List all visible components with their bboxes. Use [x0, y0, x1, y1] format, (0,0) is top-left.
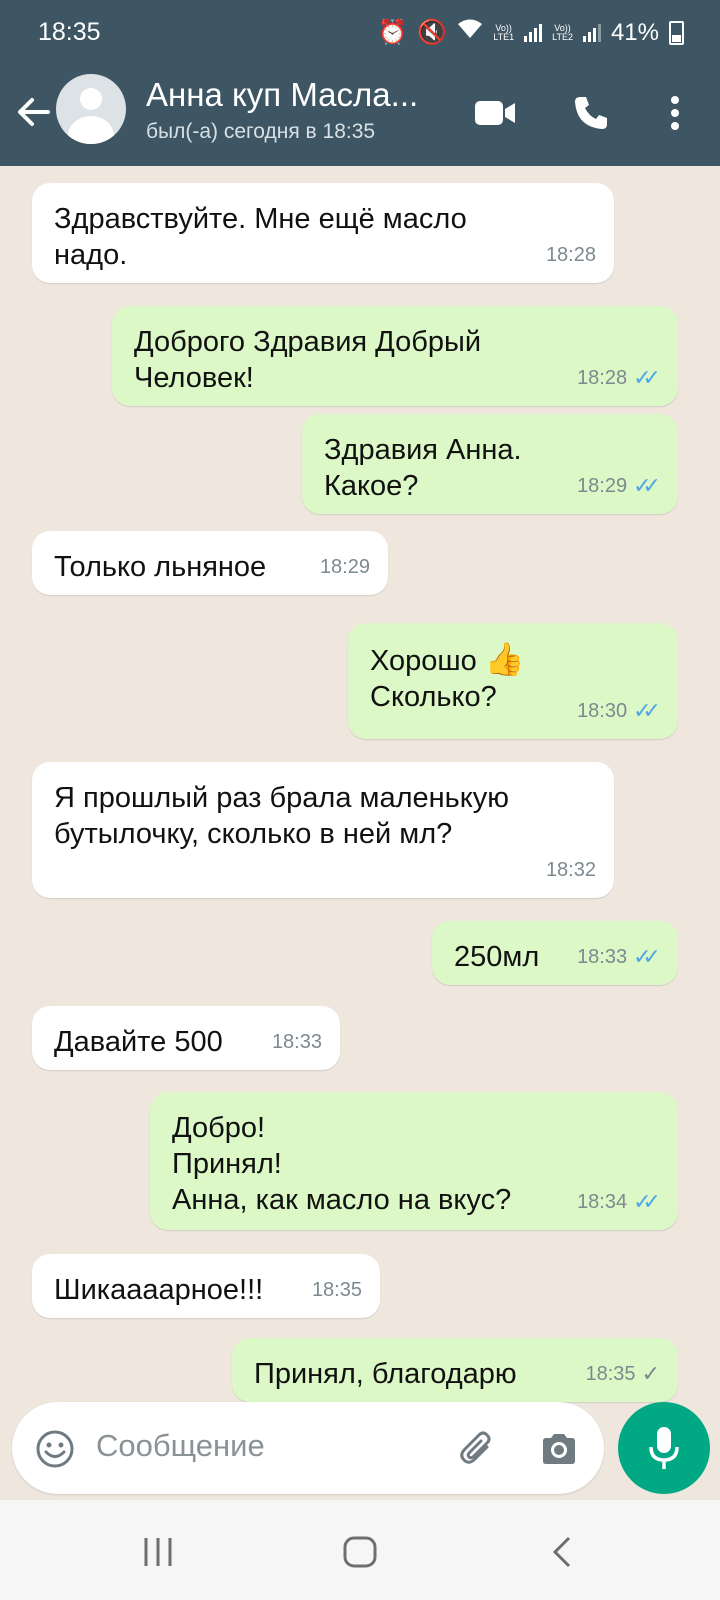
read-ticks-icon: ✓✓ [633, 698, 661, 723]
attach-icon[interactable] [452, 1424, 502, 1474]
home-icon[interactable] [330, 1530, 390, 1574]
nav-back-icon[interactable] [532, 1530, 592, 1574]
message-outgoing[interactable]: Доброго Здравия Добрый Человек! 18:28 ✓✓ [112, 306, 678, 406]
message-time: 18:29 [577, 475, 628, 497]
camera-icon[interactable] [534, 1424, 584, 1474]
read-ticks-icon: ✓✓ [633, 1189, 661, 1214]
message-incoming[interactable]: Здравствуйте. Мне ещё масло надо. 18:28 [32, 183, 614, 283]
more-icon[interactable] [650, 88, 700, 138]
sent-tick-icon: ✓ [641, 1361, 660, 1386]
signal-icon [582, 23, 601, 42]
read-ticks-icon: ✓✓ [633, 365, 661, 390]
video-call-icon[interactable] [470, 88, 520, 138]
message-time: 18:34 [577, 1191, 628, 1213]
message-list[interactable]: Здравствуйте. Мне ещё масло надо. 18:28 … [0, 166, 720, 1406]
contact-name[interactable]: Анна куп Масла... [146, 76, 418, 114]
message-time: 18:33 [271, 1031, 322, 1053]
read-ticks-icon: ✓✓ [633, 473, 661, 498]
wifi-icon [457, 18, 483, 47]
mute-icon: 🔇 [417, 19, 448, 46]
chat-header: Анна куп Масла... был(-а) сегодня в 18:3… [0, 66, 720, 166]
message-time: 18:28 [545, 244, 596, 266]
message-time: 18:32 [545, 859, 596, 881]
recents-icon[interactable] [128, 1530, 188, 1574]
message-incoming[interactable]: Я прошлый раз брала маленькую бутылочку,… [32, 762, 614, 898]
message-outgoing[interactable]: Хорошо 👍 Сколько? 18:30 ✓✓ [348, 623, 678, 739]
status-bar: 18:35 ⏰ 🔇 Vo)) LTE1 Vo)) LTE2 41% [0, 0, 720, 66]
mic-icon [649, 1427, 679, 1469]
mic-button[interactable] [618, 1402, 710, 1494]
read-ticks-icon: ✓✓ [633, 944, 661, 969]
message-outgoing[interactable]: Добро! Принял! Анна, как масло на вкус? … [150, 1092, 678, 1230]
message-time: 18:30 [577, 700, 628, 722]
phone-icon[interactable] [566, 88, 616, 138]
message-outgoing[interactable]: Принял, благодарю 18:35 ✓ [232, 1338, 678, 1402]
message-incoming[interactable]: Давайте 500 18:33 [32, 1006, 340, 1070]
status-time: 18:35 [38, 18, 101, 46]
message-time: 18:35 [585, 1363, 636, 1385]
battery-icon [669, 20, 684, 45]
back-arrow-icon[interactable] [14, 92, 54, 132]
message-outgoing[interactable]: Здравия Анна. Какое? 18:29 ✓✓ [302, 414, 678, 514]
avatar-icon[interactable] [56, 74, 126, 144]
message-outgoing[interactable]: 250мл 18:33 ✓✓ [432, 921, 678, 985]
sim1-label: Vo)) LTE1 [493, 22, 515, 42]
message-time: 18:29 [319, 556, 370, 578]
battery-percent: 41% [610, 18, 659, 46]
last-seen: был(-а) сегодня в 18:35 [146, 120, 376, 143]
message-incoming[interactable]: Только льняное 18:29 [32, 531, 388, 595]
message-time: 18:33 [577, 946, 628, 968]
sim2-label: Vo)) LTE2 [552, 22, 573, 42]
signal-icon [524, 23, 543, 42]
message-input[interactable]: Сообщение [96, 1428, 265, 1464]
system-nav-bar [0, 1500, 720, 1600]
alarm-icon: ⏰ [377, 19, 408, 46]
emoji-icon[interactable] [30, 1424, 80, 1474]
thumbs-up-emoji: 👍 [484, 641, 525, 677]
message-time: 18:35 [311, 1279, 362, 1301]
message-time: 18:28 [577, 367, 628, 389]
status-icons: ⏰ 🔇 Vo)) LTE1 Vo)) LTE2 41% [377, 18, 684, 47]
message-incoming[interactable]: Шикаааарное!!! 18:35 [32, 1254, 380, 1318]
message-composer[interactable]: Сообщение [12, 1402, 604, 1494]
